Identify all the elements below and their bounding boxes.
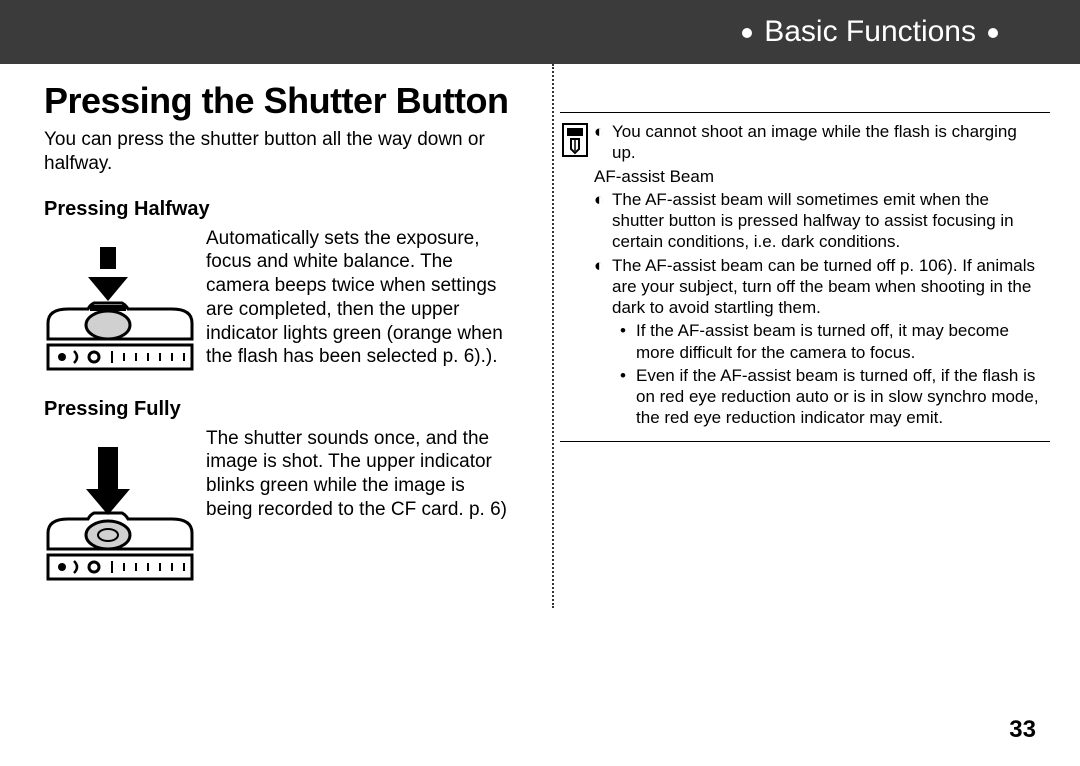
note-box: ◐ You cannot shoot an image while the fl… (560, 112, 1050, 442)
left-column: Pressing the Shutter Button You can pres… (44, 64, 532, 608)
round-bullet-icon: ◐ (594, 189, 612, 253)
fully-text: The shutter sounds once, and the image i… (206, 427, 512, 590)
halfway-heading: Pressing Halfway (44, 198, 512, 221)
bullet-dot-left (742, 28, 752, 38)
sub-bullet-icon: • (620, 320, 636, 363)
note-bullet-3: The AF-assist beam can be turned off p. … (612, 255, 1044, 319)
header-bar: Basic Functions (0, 0, 1080, 64)
content-area: Pressing the Shutter Button You can pres… (0, 64, 1080, 608)
shutter-halfway-icon (44, 245, 194, 375)
bullet-dot-right (988, 28, 998, 38)
shutter-fully-icon (44, 445, 194, 585)
intro-text: You can press the shutter button all the… (44, 128, 512, 176)
halfway-diagram (44, 227, 206, 380)
note-sub-1: If the AF-assist beam is turned off, it … (636, 320, 1044, 363)
note-bullet-2: The AF-assist beam will sometimes emit w… (612, 189, 1044, 253)
round-bullet-icon: ◐ (594, 255, 612, 319)
sub-bullet-icon: • (620, 365, 636, 429)
note-content: ◐ You cannot shoot an image while the fl… (594, 121, 1044, 431)
halfway-row: Automatically sets the exposure, focus a… (44, 227, 512, 380)
round-bullet-icon: ◐ (594, 121, 612, 164)
halfway-text: Automatically sets the exposure, focus a… (206, 227, 512, 380)
fully-heading: Pressing Fully (44, 398, 512, 421)
section-header: Basic Functions (730, 15, 1010, 49)
right-column: ◐ You cannot shoot an image while the fl… (552, 64, 1050, 608)
fully-row: The shutter sounds once, and the image i… (44, 427, 512, 590)
note-sub-2: Even if the AF-assist beam is turned off… (636, 365, 1044, 429)
page-number: 33 (1009, 716, 1036, 744)
note-bullet-1: You cannot shoot an image while the flas… (612, 121, 1044, 164)
note-icon (560, 121, 594, 431)
page-title: Pressing the Shutter Button (44, 80, 512, 122)
af-assist-heading: AF-assist Beam (594, 166, 1044, 187)
fully-diagram (44, 427, 206, 590)
header-title-text: Basic Functions (764, 15, 976, 48)
